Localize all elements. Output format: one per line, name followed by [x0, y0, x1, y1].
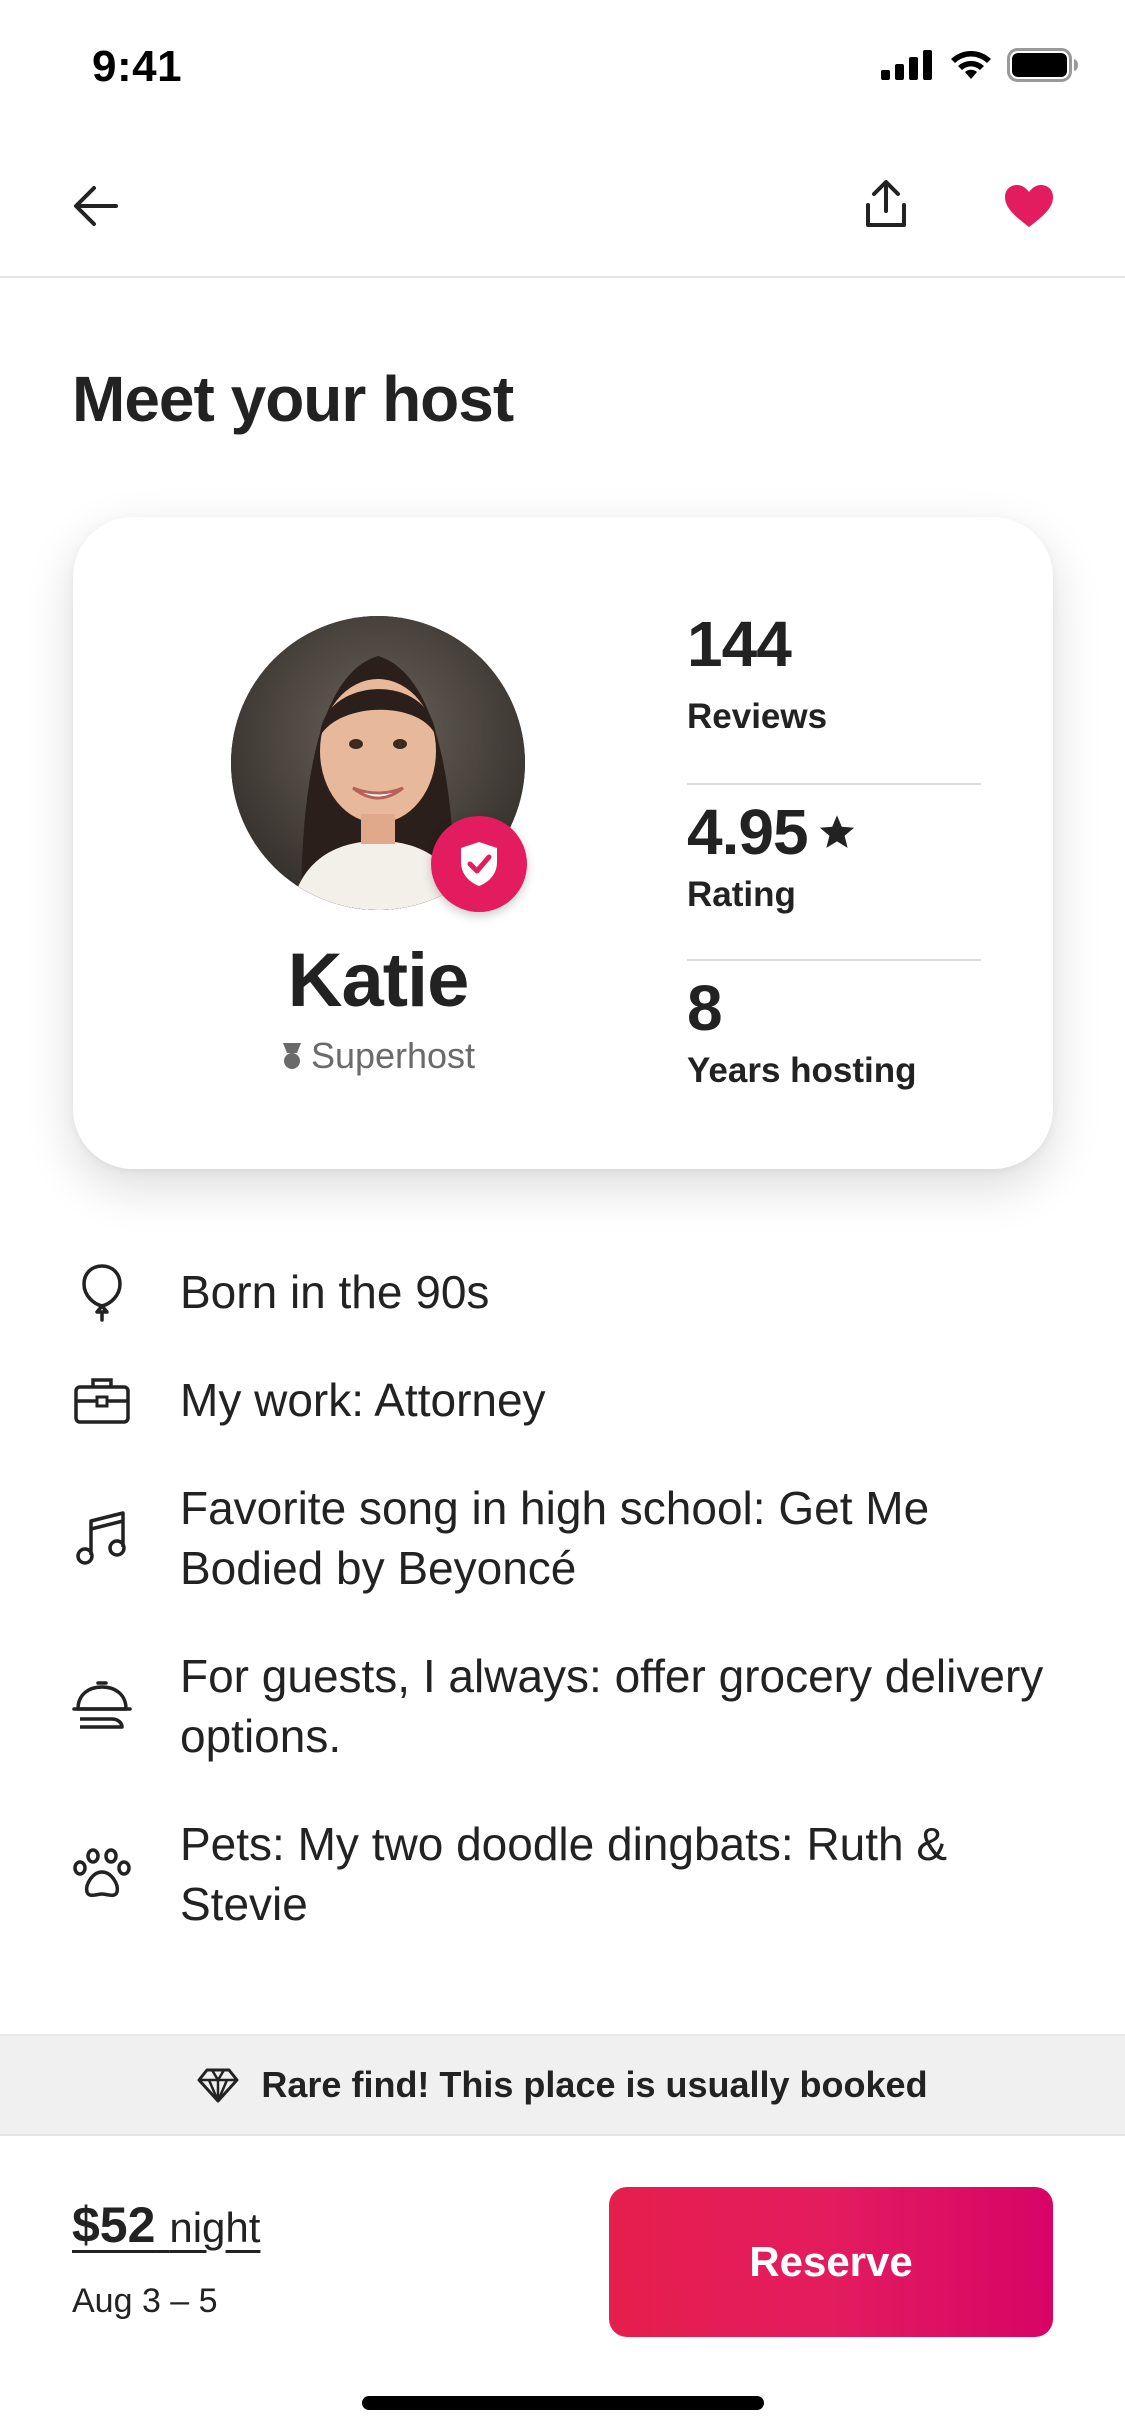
stat-label: Rating: [687, 875, 796, 914]
fact-pets: Pets: My two doodle dingbats: Ruth & Ste…: [72, 1814, 1072, 1930]
heart-icon: [1005, 185, 1053, 227]
diamond-icon: [197, 2068, 239, 2103]
briefcase-icon: [72, 1370, 132, 1430]
share-icon: [866, 180, 906, 227]
fact-born: Born in the 90s: [72, 1262, 1072, 1322]
booking-dates: Aug 3 – 5: [72, 2282, 218, 2320]
status-time: 9:41: [92, 42, 183, 91]
rare-find-banner: Rare find! This place is usually booked: [0, 2034, 1125, 2134]
reserve-button[interactable]: Reserve: [609, 2187, 1053, 2337]
wifi-icon: [951, 51, 991, 79]
stat-value: 8: [687, 972, 723, 1044]
battery-icon: [1007, 48, 1078, 82]
superhost-medal-icon: [282, 1043, 301, 1069]
music-note-icon: [72, 1508, 132, 1568]
host-stats: 144 Reviews 4.95 Rating 8 Years hosting: [687, 607, 981, 1135]
paw-icon: [72, 1844, 132, 1904]
fact-text: For guests, I always: offer grocery deli…: [180, 1650, 1044, 1762]
price-link[interactable]: $52 night: [72, 2196, 260, 2254]
stat-label: Reviews: [687, 697, 828, 736]
stat-value: 144: [687, 608, 792, 680]
fact-text: Born in the 90s: [180, 1266, 490, 1318]
fact-song: Favorite song in high school: Get Me Bod…: [72, 1478, 1072, 1594]
fact-guests: For guests, I always: offer grocery deli…: [72, 1646, 1072, 1762]
fact-text: My work: Attorney: [180, 1374, 546, 1426]
stat-reviews: 144 Reviews: [687, 607, 981, 783]
shield-check-icon: [461, 842, 497, 886]
status-bar: 9:41: [0, 0, 1125, 140]
cellular-signal-icon: [881, 50, 932, 80]
booking-footer: $52 night Aug 3 – 5 Reserve: [0, 2134, 1125, 2436]
fact-text: Pets: My two doodle dingbats: Ruth & Ste…: [180, 1818, 948, 1930]
verified-badge: [431, 816, 527, 912]
stat-label: Years hosting: [687, 1051, 917, 1090]
fact-work: My work: Attorney: [72, 1370, 1072, 1430]
star-icon: [819, 815, 854, 848]
superhost-badge: Superhost: [178, 1035, 578, 1077]
host-card[interactable]: Katie Superhost 144 Reviews 4.95 Rating …: [73, 517, 1053, 1169]
host-name: Katie: [287, 938, 470, 1023]
share-button[interactable]: [856, 174, 916, 234]
save-to-wishlist-button[interactable]: [998, 176, 1060, 236]
home-indicator: [362, 2396, 764, 2410]
arrow-left-icon: [74, 186, 118, 226]
nav-bar: [0, 140, 1125, 278]
status-icons: [881, 48, 1079, 82]
rare-find-text: Rare find! This place is usually booked: [261, 2064, 928, 2105]
balloon-icon: [72, 1262, 132, 1322]
fact-text: Favorite song in high school: Get Me Bod…: [180, 1482, 930, 1594]
price-amount: $52: [72, 2197, 156, 2253]
stat-years-hosting: 8 Years hosting: [687, 959, 981, 1135]
back-button[interactable]: [66, 176, 126, 236]
serving-dish-icon: [72, 1676, 132, 1736]
page-title: Meet your host: [72, 363, 514, 435]
stat-value: 4.95: [687, 795, 856, 869]
superhost-label: Superhost: [310, 1035, 476, 1076]
stat-rating: 4.95 Rating: [687, 783, 981, 959]
price-unit: night: [169, 2204, 261, 2251]
